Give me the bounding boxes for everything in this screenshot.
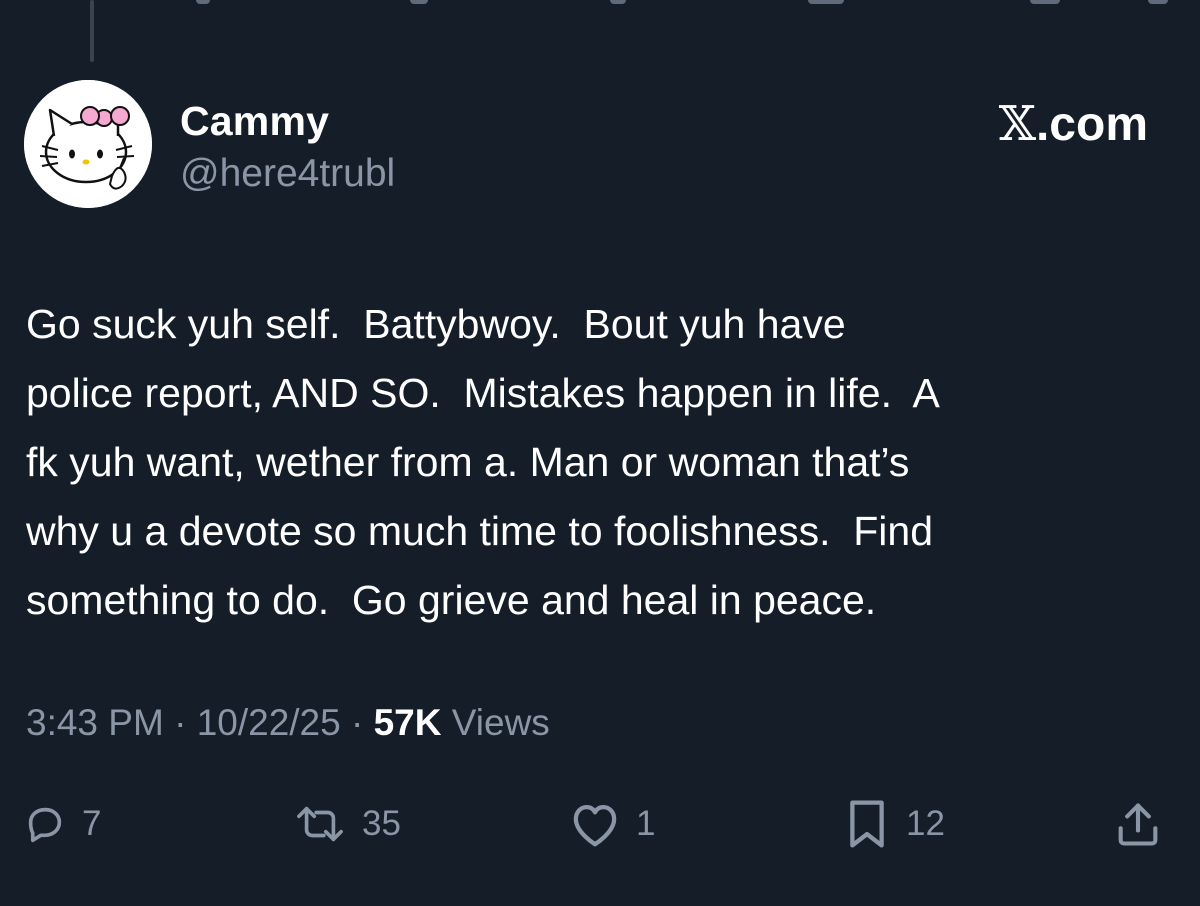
tweet-time[interactable]: 3:43 PM (26, 702, 164, 743)
repost-button[interactable]: 35 (292, 792, 401, 856)
previous-tweet-action-bar-fragment (0, 0, 1200, 6)
user-handle[interactable]: @here4trubl (180, 152, 395, 196)
partial-action-icon (196, 0, 210, 4)
x-com-watermark: 𝕏.com (999, 96, 1148, 152)
reply-button[interactable]: 7 (22, 792, 101, 856)
tweet-text: Go suck yuh self. Battybwoy. Bout yuh ha… (26, 301, 940, 623)
x-logo-icon: 𝕏 (998, 96, 1036, 152)
tweet-metadata: 3:43 PM · 10/22/25 · 57K Views (26, 702, 550, 744)
bookmark-count: 12 (906, 804, 945, 843)
heart-icon (573, 804, 617, 847)
bookmark-icon (850, 800, 884, 848)
partial-action-icon (610, 0, 626, 4)
tweet-action-bar: 7 35 1 12 (0, 792, 1200, 856)
reply-count: 7 (82, 804, 102, 843)
thread-connector-line (90, 0, 94, 62)
share-icon (1118, 803, 1158, 846)
repost-icon (297, 806, 343, 842)
views-count: 57K (373, 702, 442, 743)
partial-action-icon (1148, 0, 1168, 4)
meta-separator: · (351, 702, 364, 743)
reply-icon (28, 807, 62, 843)
partial-action-icon (410, 0, 428, 4)
meta-separator: · (174, 702, 187, 743)
like-button[interactable]: 1 (568, 792, 655, 856)
hello-kitty-avatar-icon (24, 80, 152, 208)
share-button[interactable] (1112, 792, 1164, 856)
bookmark-button[interactable]: 12 (842, 792, 945, 856)
repost-count: 35 (362, 804, 401, 843)
like-count: 1 (636, 804, 656, 843)
tweet-date[interactable]: 10/22/25 (197, 702, 341, 743)
display-name[interactable]: Cammy (180, 98, 329, 145)
partial-action-icon (1030, 0, 1060, 4)
views-label: Views (451, 702, 550, 743)
partial-action-icon (808, 0, 844, 4)
avatar[interactable] (24, 80, 152, 208)
watermark-domain-text: .com (1035, 98, 1148, 151)
